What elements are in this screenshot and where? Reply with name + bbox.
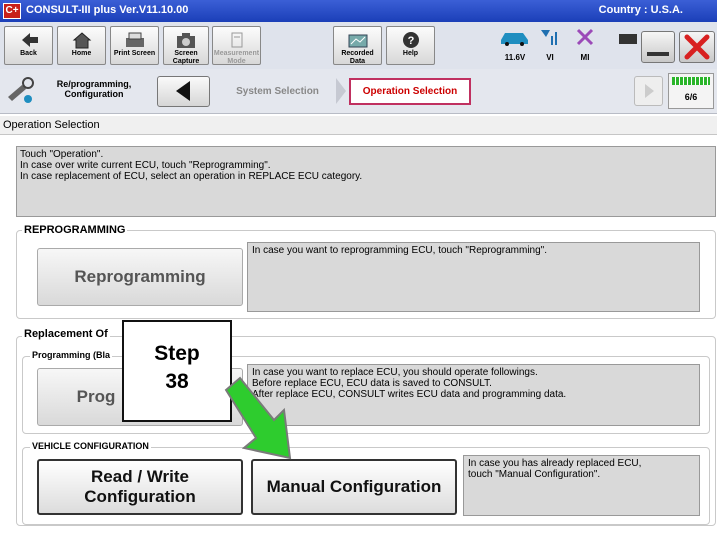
read-write-label-line1: Read / Write (91, 467, 189, 486)
nav-forward-button[interactable] (634, 76, 663, 106)
measurement-mode-button[interactable]: Measurement Mode (212, 26, 261, 65)
description-line: After replace ECU, CONSULT writes ECU da… (252, 389, 567, 400)
description-line: In case you has already replaced ECU, (468, 458, 642, 469)
mi-status: MI (568, 28, 602, 64)
instruction-line: Touch "Operation". (20, 149, 104, 160)
step-callout: Step 38 (122, 320, 232, 422)
vehicle-configuration-description: In case you has already replaced ECU, to… (463, 455, 700, 516)
close-icon (684, 34, 710, 60)
page-title: Operation Selection (0, 116, 717, 135)
description-text: In case you want to reprogramming ECU, t… (252, 245, 548, 256)
title-bar: C+ CONSULT-III plus Ver.V11.10.00 Countr… (0, 0, 717, 22)
reprogramming-description: In case you want to reprogramming ECU, t… (247, 242, 700, 312)
help-icon: ? (402, 32, 419, 48)
help-label: Help (402, 50, 419, 57)
reprogramming-button[interactable]: Reprogramming (37, 248, 243, 306)
progress-bar (672, 77, 710, 85)
vi-signal-icon (541, 30, 557, 45)
printer-icon (125, 32, 144, 47)
replacement-description: In case you want to replace ECU, you sho… (247, 364, 700, 426)
step-callout-line1: Step (154, 342, 200, 365)
instruction-line: In case over write current ECU, touch "R… (20, 160, 271, 171)
recorded-data-icon (348, 34, 367, 48)
toolbar: Back Home Print Screen Screen Capture Me… (0, 22, 717, 69)
recorded-data-button[interactable]: Recorded Data (333, 26, 382, 65)
vi-status: VI (533, 28, 567, 64)
description-line: Before replace ECU, ECU data is saved to… (252, 378, 492, 389)
manual-configuration-button[interactable]: Manual Configuration (251, 459, 457, 515)
left-arrow-icon (176, 81, 190, 101)
navigation-bar: Re/programming, Configuration System Sel… (0, 69, 717, 114)
breadcrumb-separator (336, 78, 346, 104)
home-button-label: Home (71, 50, 92, 57)
progress-text: 6/6 (684, 92, 698, 102)
instructions-panel: Touch "Operation". In case over write cu… (16, 146, 716, 217)
mi-x-icon (576, 28, 594, 46)
battery-icon (619, 34, 637, 44)
back-button-label: Back (20, 50, 37, 57)
mi-label: MI (580, 53, 590, 62)
minimize-button[interactable] (641, 31, 675, 63)
nav-back-button[interactable] (157, 76, 210, 107)
vehicle-configuration-title: VEHICLE CONFIGURATION (30, 441, 151, 451)
camera-icon (177, 33, 195, 48)
close-button[interactable] (679, 31, 715, 63)
step-callout-number: 38 (165, 370, 189, 393)
screen-capture-button[interactable]: Screen Capture (163, 26, 209, 65)
read-write-configuration-button[interactable]: Read / Write Configuration (37, 459, 243, 515)
meter-icon (231, 32, 242, 48)
app-logo-icon: C+ (3, 3, 21, 19)
programming-subsection-title: Programming (Bla (30, 350, 113, 360)
home-button[interactable]: Home (57, 26, 106, 65)
print-screen-label: Print Screen (113, 50, 156, 57)
car-icon (501, 33, 528, 46)
vi-label: VI (546, 53, 554, 62)
programming-button-label: Prog (76, 387, 116, 406)
country-label: Country : U.S.A. (598, 4, 683, 16)
reprogramming-section-title: REPROGRAMMING (22, 224, 128, 236)
breadcrumb-operation-selection: Operation Selection (349, 78, 471, 105)
progress-indicator: 6/6 (668, 73, 714, 109)
reprogramming-tools-icon (8, 77, 34, 103)
print-screen-button[interactable]: Print Screen (110, 26, 159, 65)
voltage-label: 11.6V (504, 53, 526, 62)
green-arrow-icon (224, 376, 292, 460)
window-title: CONSULT-III plus Ver.V11.10.00 (26, 4, 189, 16)
home-icon (72, 32, 91, 49)
read-write-label-line2: Configuration (84, 487, 196, 506)
description-line: In case you want to replace ECU, you sho… (252, 367, 538, 378)
battery-voltage-status: 11.6V (498, 28, 532, 64)
measurement-mode-label: Measurement Mode (213, 50, 260, 65)
recorded-data-label: Recorded Data (341, 50, 374, 65)
back-arrow-icon (21, 33, 38, 47)
svg-text:?: ? (407, 35, 414, 47)
breadcrumb-system-selection[interactable]: System Selection (219, 78, 336, 105)
nav-category-label: Re/programming, Configuration (56, 79, 132, 99)
screen-capture-label: Screen Capture (172, 50, 200, 65)
replacement-section-title: Replacement Of (22, 328, 110, 340)
back-button[interactable]: Back (4, 26, 53, 65)
instruction-line: In case replacement of ECU, select an op… (20, 171, 363, 182)
right-arrow-icon (645, 84, 654, 98)
help-button[interactable]: ? Help (386, 26, 435, 65)
description-line: touch "Manual Configuration". (468, 469, 601, 480)
